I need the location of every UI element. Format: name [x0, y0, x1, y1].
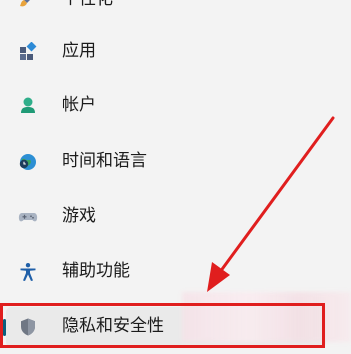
sidebar-item-accounts[interactable]: 帐户 [6, 86, 326, 126]
sidebar-item-label: 个性化 [62, 0, 113, 10]
shield-icon [18, 317, 38, 337]
sidebar-item-label: 隐私和安全性 [62, 316, 164, 336]
sidebar-item-label: 帐户 [62, 95, 96, 115]
sidebar-item-time-language[interactable]: 时间和语言 [6, 142, 326, 182]
sidebar-item-label: 辅助功能 [62, 261, 130, 281]
paintbrush-icon [18, 0, 38, 10]
sidebar-item-privacy-security[interactable]: 隐私和安全性 [3, 307, 326, 347]
sidebar-item-label: 时间和语言 [62, 151, 147, 171]
sidebar-item-accessibility[interactable]: 辅助功能 [6, 252, 326, 292]
gamepad-icon [18, 207, 38, 227]
person-icon [18, 96, 38, 116]
apps-icon [18, 42, 38, 62]
sidebar-item-apps[interactable]: 应用 [6, 32, 326, 72]
sidebar-item-gaming[interactable]: 游戏 [6, 197, 326, 237]
globe-clock-icon [18, 152, 38, 172]
settings-nav-sidebar: 个性化 应用 帐户 [0, 0, 351, 354]
sidebar-item-label: 应用 [62, 41, 96, 61]
sidebar-item-label: 游戏 [62, 206, 96, 226]
accessibility-icon [18, 262, 38, 282]
sidebar-item-personalization[interactable]: 个性化 [6, 0, 326, 20]
selection-indicator [3, 319, 6, 336]
